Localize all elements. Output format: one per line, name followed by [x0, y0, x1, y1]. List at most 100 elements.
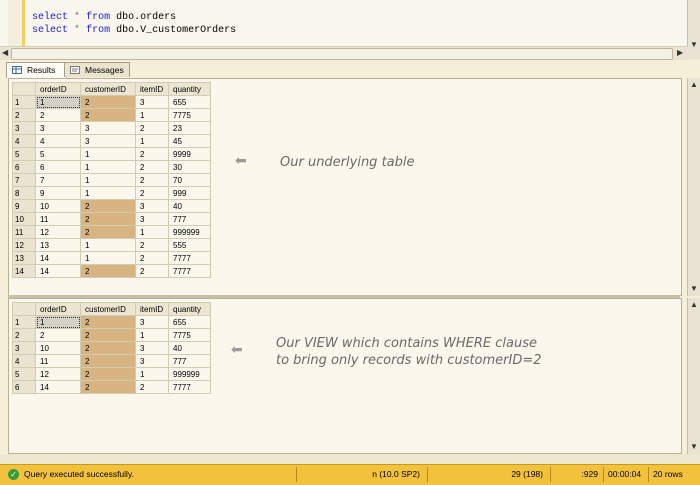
table-row[interactable]: 2 2 2 1 7775	[12, 328, 211, 342]
cell-customerID[interactable]: 1	[80, 186, 136, 200]
cell-quantity[interactable]: 655	[168, 95, 211, 109]
scrollbar-thumb[interactable]	[11, 48, 673, 60]
editor-vertical-scrollbar[interactable]: ▼	[687, 0, 700, 59]
cell-customerID[interactable]: 1	[80, 160, 136, 174]
cell-orderID[interactable]: 1	[35, 95, 81, 109]
cell-itemID[interactable]: 3	[135, 341, 169, 355]
cell-customerID[interactable]: 2	[80, 212, 136, 226]
cell-orderID[interactable]: 2	[35, 328, 81, 342]
cell-customerID[interactable]: 2	[80, 199, 136, 213]
row-number[interactable]: 6	[12, 160, 36, 174]
cell-quantity[interactable]: 7775	[168, 108, 211, 122]
row-number[interactable]: 5	[12, 367, 36, 381]
table-row[interactable]: 3 10 2 3 40	[12, 341, 211, 355]
query-editor[interactable]: select * from dbo.orders select * from d…	[0, 0, 700, 47]
cell-orderID[interactable]: 12	[35, 225, 81, 239]
scroll-down-arrow-icon[interactable]: ▼	[690, 40, 698, 49]
code-line-2[interactable]: select * from dbo.V_customerOrders	[32, 24, 236, 37]
table-row[interactable]: 4 11 2 3 777	[12, 354, 211, 368]
cell-itemID[interactable]: 2	[135, 121, 169, 135]
scroll-down-arrow-icon[interactable]: ▼	[690, 284, 698, 293]
cell-customerID[interactable]: 2	[80, 328, 136, 342]
cell-itemID[interactable]: 2	[135, 264, 169, 278]
cell-quantity[interactable]: 23	[168, 121, 211, 135]
cell-quantity[interactable]: 45	[168, 134, 211, 148]
cell-orderID[interactable]: 2	[35, 108, 81, 122]
column-header[interactable]: quantity	[168, 82, 211, 96]
cell-customerID[interactable]: 2	[80, 264, 136, 278]
column-header[interactable]: itemID	[135, 302, 169, 316]
cell-customerID[interactable]: 2	[80, 354, 136, 368]
table-row[interactable]: 1 1 2 3 655	[12, 315, 211, 329]
cell-quantity[interactable]: 999	[168, 186, 211, 200]
cell-orderID[interactable]: 14	[35, 251, 81, 265]
table-row[interactable]: 10 11 2 3 777	[12, 212, 211, 226]
row-number[interactable]: 8	[12, 186, 36, 200]
row-number[interactable]: 9	[12, 199, 36, 213]
scroll-up-arrow-icon[interactable]: ▲	[690, 300, 698, 309]
cell-customerID[interactable]: 3	[80, 121, 136, 135]
cell-customerID[interactable]: 2	[80, 95, 136, 109]
cell-orderID[interactable]: 11	[35, 354, 81, 368]
cell-orderID[interactable]: 10	[35, 341, 81, 355]
cell-itemID[interactable]: 2	[135, 380, 169, 394]
cell-itemID[interactable]: 1	[135, 108, 169, 122]
table-row[interactable]: 11 12 2 1 999999	[12, 225, 211, 239]
grid1-vertical-scrollbar[interactable]: ▲ ▼	[687, 78, 700, 296]
row-number[interactable]: 3	[12, 121, 36, 135]
cell-quantity[interactable]: 70	[168, 173, 211, 187]
row-number[interactable]: 2	[12, 328, 36, 342]
cell-customerID[interactable]: 2	[80, 367, 136, 381]
row-number[interactable]: 5	[12, 147, 36, 161]
cell-orderID[interactable]: 3	[35, 121, 81, 135]
cell-customerID[interactable]: 2	[80, 341, 136, 355]
cell-itemID[interactable]: 2	[135, 251, 169, 265]
column-header[interactable]: customerID	[80, 82, 136, 96]
editor-horizontal-scrollbar[interactable]: ◀ ▶	[0, 46, 688, 60]
cell-quantity[interactable]: 40	[168, 341, 211, 355]
table-row[interactable]: 4 4 3 1 45	[12, 134, 211, 148]
cell-quantity[interactable]: 30	[168, 160, 211, 174]
cell-quantity[interactable]: 7777	[168, 251, 211, 265]
cell-itemID[interactable]: 2	[135, 238, 169, 252]
cell-itemID[interactable]: 2	[135, 147, 169, 161]
cell-customerID[interactable]: 2	[80, 225, 136, 239]
cell-customerID[interactable]: 1	[80, 251, 136, 265]
row-number[interactable]: 4	[12, 134, 36, 148]
cell-itemID[interactable]: 2	[135, 186, 169, 200]
cell-customerID[interactable]: 3	[80, 134, 136, 148]
cell-itemID[interactable]: 3	[135, 354, 169, 368]
cell-itemID[interactable]: 1	[135, 367, 169, 381]
cell-orderID[interactable]: 7	[35, 173, 81, 187]
column-header[interactable]: orderID	[35, 82, 81, 96]
row-number[interactable]: 1	[12, 95, 36, 109]
cell-quantity[interactable]: 7777	[168, 264, 211, 278]
cell-orderID[interactable]: 6	[35, 160, 81, 174]
table-row[interactable]: 6 14 2 2 7777	[12, 380, 211, 394]
row-number[interactable]: 13	[12, 251, 36, 265]
cell-itemID[interactable]: 3	[135, 199, 169, 213]
cell-customerID[interactable]: 1	[80, 147, 136, 161]
cell-quantity[interactable]: 7775	[168, 328, 211, 342]
results-grid-2[interactable]: orderID customerID itemID quantity 11236…	[8, 298, 682, 454]
grid2-vertical-scrollbar[interactable]: ▲ ▼	[687, 298, 700, 454]
cell-itemID[interactable]: 3	[135, 212, 169, 226]
cell-quantity[interactable]: 555	[168, 238, 211, 252]
row-number[interactable]: 2	[12, 108, 36, 122]
cell-orderID[interactable]: 4	[35, 134, 81, 148]
cell-itemID[interactable]: 3	[135, 95, 169, 109]
code-line-1[interactable]: select * from dbo.orders	[32, 11, 176, 24]
cell-quantity[interactable]: 655	[168, 315, 211, 329]
row-number[interactable]: 12	[12, 238, 36, 252]
column-header[interactable]: quantity	[168, 302, 211, 316]
cell-customerID[interactable]: 2	[80, 108, 136, 122]
cell-itemID[interactable]: 1	[135, 225, 169, 239]
table-row[interactable]: 5 5 1 2 9999	[12, 147, 211, 161]
results-grid-1[interactable]: orderID customerID itemID quantity 11236…	[8, 78, 682, 296]
table-row[interactable]: 2 2 2 1 7775	[12, 108, 211, 122]
table-row[interactable]: 3 3 3 2 23	[12, 121, 211, 135]
cell-customerID[interactable]: 2	[80, 380, 136, 394]
cell-orderID[interactable]: 1	[35, 315, 81, 329]
cell-quantity[interactable]: 777	[168, 212, 211, 226]
cell-customerID[interactable]: 1	[80, 173, 136, 187]
